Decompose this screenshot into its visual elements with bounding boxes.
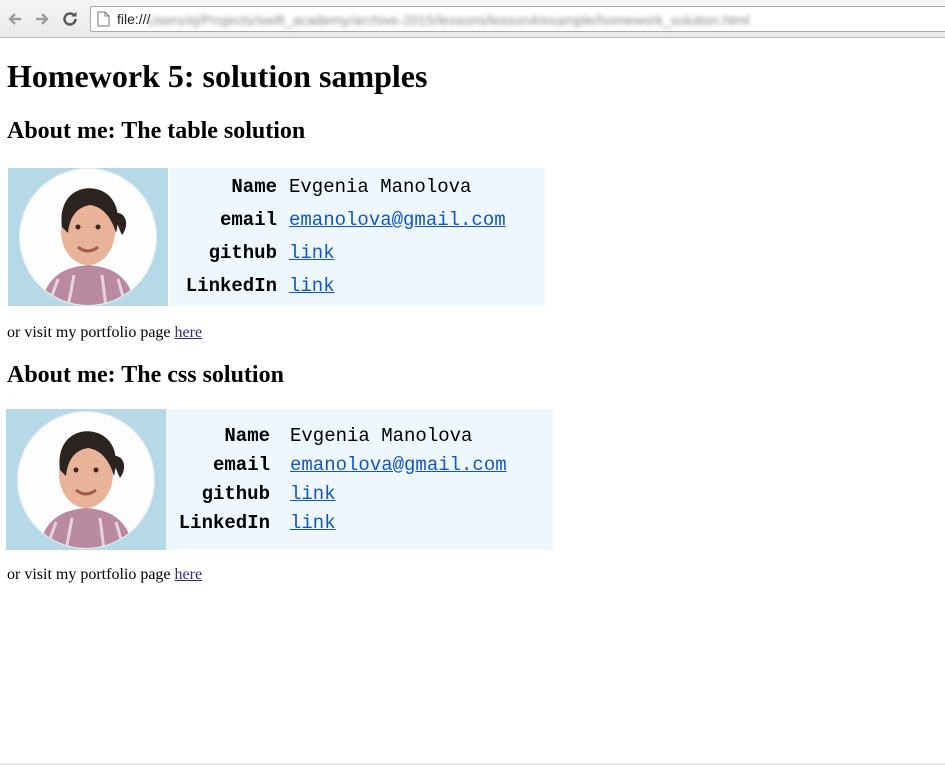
key-github: github <box>208 242 277 264</box>
portfolio-text: or visit my portfolio page <box>7 324 175 341</box>
page-icon <box>97 11 110 30</box>
portfolio-link[interactable]: here <box>175 566 203 583</box>
portfolio-link[interactable]: here <box>175 324 203 341</box>
key-linkedin: LinkedIn <box>178 511 270 534</box>
portfolio-text: or visit my portfolio page <box>7 566 175 583</box>
key-name: Name <box>231 176 277 198</box>
url-scheme: file:/// <box>117 11 151 27</box>
page-title: Homework 5: solution samples <box>7 58 428 94</box>
portfolio-line-css: or visit my portfolio page here <box>7 566 202 584</box>
info-row-name: Name Evgenia Manolova <box>166 422 553 451</box>
back-arrow-icon[interactable] <box>4 8 26 30</box>
profile-photo <box>6 409 166 550</box>
github-link[interactable]: link <box>290 480 336 509</box>
email-link[interactable]: emanolova@gmail.com <box>289 204 506 237</box>
about-me-card-table: Name Evgenia Manolova email emanolova@gm… <box>8 168 545 306</box>
info-row-github: github link <box>166 480 553 509</box>
info-row-email: email emanolova@gmail.com <box>170 204 545 237</box>
reload-icon[interactable] <box>59 8 81 30</box>
key-name: Name <box>224 424 270 447</box>
github-link[interactable]: link <box>289 237 335 270</box>
info-row-linkedin: LinkedIn link <box>170 270 545 303</box>
section-heading-table: About me: The table solution <box>7 118 306 144</box>
email-link[interactable]: emanolova@gmail.com <box>290 451 507 480</box>
browser-toolbar: file:/// Users/ej/Projects/swift_academy… <box>0 0 945 38</box>
info-row-name: Name Evgenia Manolova <box>170 171 545 204</box>
value-name: Evgenia Manolova <box>290 424 473 447</box>
section-heading-css: About me: The css solution <box>7 362 284 388</box>
profile-photo <box>8 168 168 306</box>
info-row-github: github link <box>170 237 545 270</box>
key-email: email <box>212 453 270 476</box>
linkedin-link[interactable]: link <box>290 509 336 538</box>
about-me-card-css: Name Evgenia Manolova email emanolova@gm… <box>6 409 553 550</box>
forward-arrow-icon[interactable] <box>31 8 53 30</box>
address-bar[interactable]: file:/// Users/ej/Projects/swift_academy… <box>90 6 945 32</box>
value-name: Evgenia Manolova <box>289 176 472 198</box>
info-table: Name Evgenia Manolova email emanolova@gm… <box>170 168 545 306</box>
key-email: email <box>219 209 277 231</box>
linkedin-link[interactable]: link <box>289 270 335 303</box>
url-path: Users/ej/Projects/swift_academy/archive-… <box>147 12 750 28</box>
key-linkedin: LinkedIn <box>185 275 277 297</box>
info-row-linkedin: LinkedIn link <box>166 509 553 538</box>
key-github: github <box>201 482 270 505</box>
portfolio-line-table: or visit my portfolio page here <box>7 324 202 342</box>
info-block-css: Name Evgenia Manolova email emanolova@gm… <box>166 409 553 550</box>
info-row-email: email emanolova@gmail.com <box>166 451 553 480</box>
